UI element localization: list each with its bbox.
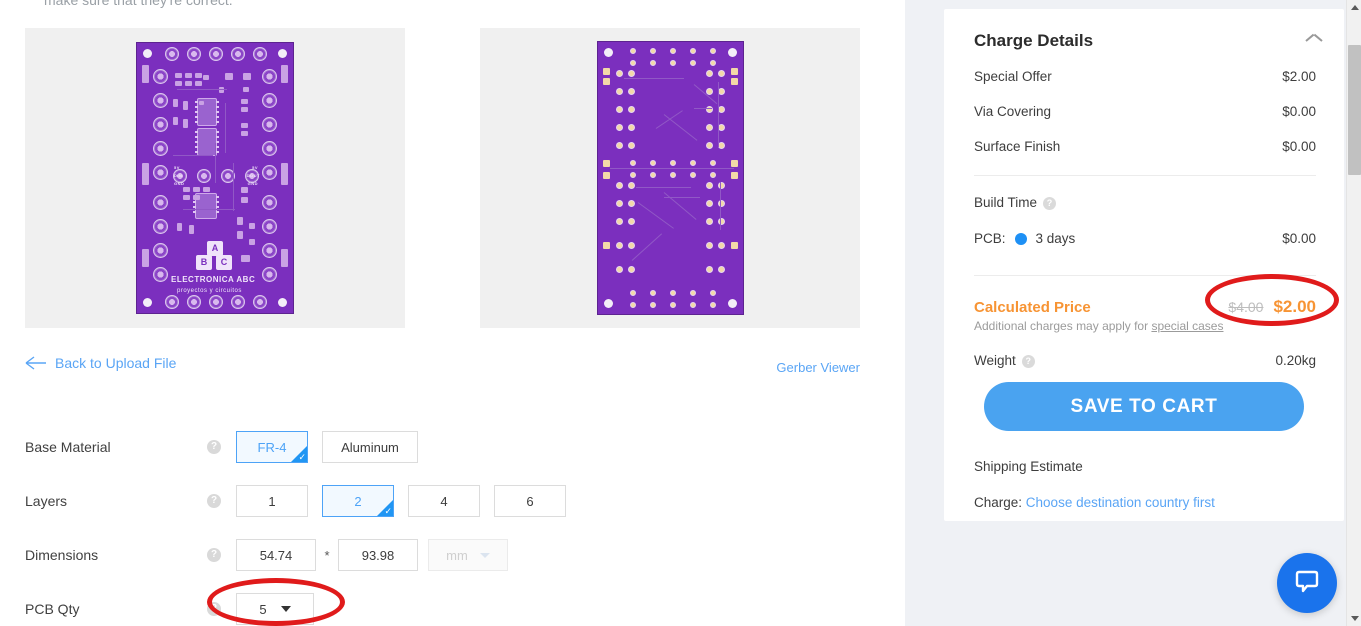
arrow-left-icon (25, 356, 47, 370)
main-content-column: make sure that they're correct. 5V DIN G… (0, 0, 905, 626)
calculated-price-note: Additional charges may apply for special… (974, 319, 1223, 333)
check-icon: ✓ (298, 452, 306, 462)
build-time-label: Build Time (974, 195, 1038, 210)
special-offer-value: $2.00 (1282, 69, 1316, 84)
chevron-down-icon (280, 606, 291, 612)
scrollbar-thumb[interactable] (1348, 45, 1361, 175)
pcb-qty-control: 5 (236, 593, 314, 625)
charge-details-card: Charge Details Special Offer $2.00 Via C… (944, 9, 1344, 521)
gerber-viewer-link[interactable]: Gerber Viewer (776, 360, 860, 375)
base-material-chip-fr4[interactable]: FR-4 ✓ (236, 431, 308, 463)
pcb-qty-value: 5 (259, 601, 267, 617)
surface-finish-value: $0.00 (1282, 139, 1316, 154)
pcb-qty-label: PCB Qty (25, 601, 80, 617)
special-cases-link[interactable]: special cases (1151, 319, 1223, 333)
silk-tagline-text: proyectos y circuitos (177, 288, 242, 294)
surface-finish-label: Surface Finish (974, 139, 1061, 154)
calculated-price-label: Calculated Price (974, 299, 1091, 316)
pcb-back-preview[interactable] (480, 28, 860, 328)
final-price: $2.00 (1273, 297, 1316, 316)
dimensions-help-icon[interactable]: ? (207, 548, 221, 562)
special-offer-label: Special Offer (974, 69, 1052, 84)
dimension-unit-select[interactable]: mm (428, 539, 508, 571)
weight-row: Weight? 0.20kg (974, 353, 1316, 368)
page-scrollbar[interactable] (1346, 0, 1361, 626)
weight-label: Weight (974, 353, 1016, 368)
dimension-unit-value: mm (446, 547, 468, 563)
chevron-down-icon (479, 552, 490, 558)
chat-bubble-icon (1294, 568, 1320, 599)
charge-details-panel: Charge Details Special Offer $2.00 Via C… (905, 0, 1346, 626)
weight-value: 0.20kg (1275, 353, 1316, 368)
base-material-choices: FR-4 ✓ Aluminum (236, 431, 432, 463)
layers-chip-2[interactable]: 2 ✓ (322, 485, 394, 517)
layers-label: Layers (25, 493, 68, 509)
option-row-pcb-qty: PCB Qty ? 5 (0, 582, 905, 626)
pcb-days-group: PCB: 3 days (974, 231, 1075, 246)
pcb-back-board (597, 42, 743, 314)
dimensions-label: Dimensions (25, 547, 99, 563)
option-row-base-material: Base Material ? FR-4 ✓ Aluminum (0, 420, 905, 474)
pcb-front-preview[interactable]: 5V DIN GND 5V DOUT GND A B C ELECTRONICA… (25, 28, 405, 328)
brand-logo: A B C (189, 241, 241, 275)
weight-label-group: Weight? (974, 353, 1035, 368)
build-time-label-group: Build Time? (974, 195, 1057, 210)
selected-day-dot[interactable] (1014, 232, 1027, 245)
dimension-separator: * (324, 547, 330, 563)
build-time-pcb-row: PCB: 3 days $0.00 (974, 231, 1316, 246)
charge-details-header: Charge Details (974, 31, 1322, 51)
pcb-qty-help-icon[interactable]: ? (207, 602, 221, 616)
layers-chip-1[interactable]: 1 (236, 485, 308, 517)
original-price: $4.00 (1228, 299, 1264, 315)
chevron-up-icon[interactable] (1306, 36, 1322, 46)
intro-instruction-text: make sure that they're correct. (44, 0, 233, 8)
charge-row-via-covering: Via Covering $0.00 (974, 104, 1316, 119)
option-row-dimensions: Dimensions ? * mm (0, 528, 905, 582)
dimensions-inputs: * mm (236, 539, 508, 571)
charge-row-surface-finish: Surface Finish $0.00 (974, 139, 1316, 154)
pcb-days-label: PCB: (974, 231, 1006, 246)
chat-widget-button[interactable] (1277, 553, 1337, 613)
divider-after-build-time (974, 275, 1316, 276)
shipping-charge-row: Charge: Choose destination country first (974, 495, 1215, 510)
price-area: $4.00 $2.00 (1228, 297, 1316, 317)
pcb-order-page: make sure that they're correct. 5V DIN G… (0, 0, 1361, 626)
preview-links-row: Back to Upload File Gerber Viewer (0, 355, 905, 385)
dimension-height-input[interactable] (338, 539, 418, 571)
save-to-cart-button[interactable]: SAVE TO CART (984, 382, 1304, 431)
pcb-days-value: 3 days (1035, 231, 1076, 246)
build-time-help-icon[interactable]: ? (1043, 196, 1057, 210)
charge-row-special-offer: Special Offer $2.00 (974, 69, 1316, 84)
scroll-up-arrow-icon[interactable] (1347, 0, 1361, 15)
layers-chip-6[interactable]: 6 (494, 485, 566, 517)
layers-chip-4[interactable]: 4 (408, 485, 480, 517)
back-to-upload-link[interactable]: Back to Upload File (25, 355, 176, 371)
layers-help-icon[interactable]: ? (207, 494, 221, 508)
base-material-label: Base Material (25, 439, 111, 455)
via-covering-label: Via Covering (974, 104, 1052, 119)
shipping-estimate-title: Shipping Estimate (974, 459, 1083, 474)
via-covering-value: $0.00 (1282, 104, 1316, 119)
choose-destination-link[interactable]: Choose destination country first (1026, 495, 1215, 510)
pcb-front-board: 5V DIN GND 5V DOUT GND A B C ELECTRONICA… (137, 43, 293, 313)
dimension-width-input[interactable] (236, 539, 316, 571)
calculated-price-note-text: Additional charges may apply for (974, 319, 1152, 333)
charge-details-title: Charge Details (974, 31, 1094, 50)
order-options-form: Base Material ? FR-4 ✓ Aluminum Layers ? (0, 420, 905, 626)
base-material-chip-aluminum[interactable]: Aluminum (322, 431, 418, 463)
layers-choices: 1 2 ✓ 4 6 (236, 485, 580, 517)
back-to-upload-label: Back to Upload File (55, 355, 177, 371)
pcb-qty-select[interactable]: 5 (236, 593, 314, 625)
option-row-layers: Layers ? 1 2 ✓ 4 6 (0, 474, 905, 528)
shipping-charge-label: Charge: (974, 495, 1023, 510)
weight-help-icon[interactable]: ? (1021, 354, 1035, 368)
divider-after-charges (974, 175, 1316, 176)
scroll-down-arrow-icon[interactable] (1347, 611, 1361, 626)
pcb-preview-row: 5V DIN GND 5V DOUT GND A B C ELECTRONICA… (0, 28, 905, 328)
base-material-help-icon[interactable]: ? (207, 440, 221, 454)
pcb-days-price: $0.00 (1282, 231, 1316, 246)
build-time-row: Build Time? (974, 195, 1316, 210)
check-icon: ✓ (384, 506, 392, 516)
silk-brand-text: ELECTRONICA ABC (171, 275, 256, 284)
